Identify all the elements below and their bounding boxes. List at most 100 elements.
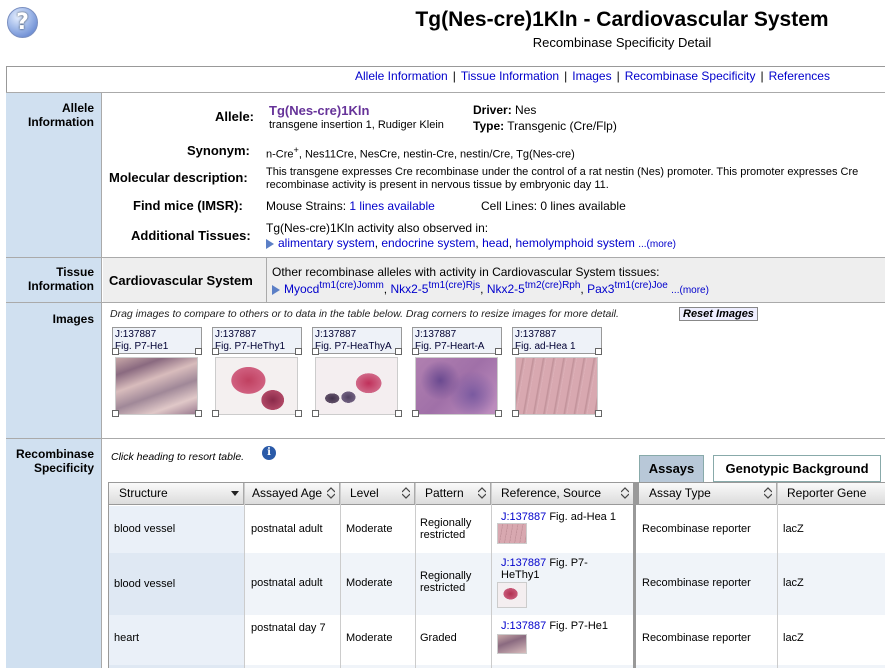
nav-link-recombinase-specificity[interactable]: Recombinase Specificity [625, 69, 756, 83]
help-icon[interactable]: ? [7, 7, 38, 38]
column-header-pattern[interactable]: Pattern [415, 483, 491, 505]
cell-assay-type: Recombinase reporter [642, 632, 751, 644]
resize-handle[interactable] [495, 410, 502, 417]
allele-link[interactable]: Myocdtm1(cre)Jomm [284, 280, 384, 296]
tissue-name: Cardiovascular System [109, 273, 253, 288]
column-header-structure[interactable]: Structure [109, 483, 244, 505]
resize-handle[interactable] [395, 348, 402, 355]
tissue-link[interactable]: endocrine system [381, 236, 475, 250]
column-divider [415, 483, 416, 668]
more-tissues-link[interactable]: ...(more) [638, 239, 676, 250]
nav-separator: | [564, 69, 568, 83]
allele-link[interactable]: Pax3tm1(cre)Joe [587, 280, 668, 296]
tab-genotypic-background[interactable]: Genotypic Background [713, 455, 881, 482]
cell-level: Moderate [346, 632, 393, 644]
tissue-link[interactable]: hemolymphoid system [515, 236, 634, 250]
histology-image[interactable] [215, 357, 298, 415]
cell-reference: J:137887 Fig. P7-He1 [501, 620, 609, 632]
cell-level: Moderate [346, 523, 393, 535]
resize-handle[interactable] [495, 348, 502, 355]
resort-hint: Click heading to resort table. [111, 451, 245, 463]
expand-triangle-icon[interactable] [272, 284, 280, 295]
sort-icon [478, 487, 486, 499]
additional-tissues-intro: Tg(Nes-cre)1Kln activity also observed i… [266, 221, 489, 235]
reset-images-button[interactable]: Reset Images [679, 307, 758, 321]
nav-link-references[interactable]: References [769, 69, 830, 83]
nav-link-allele-information[interactable]: Allele Information [355, 69, 448, 83]
reference-link[interactable]: J:137887 [501, 511, 546, 523]
nav-link-images[interactable]: Images [572, 69, 611, 83]
column-header-reporter-gene[interactable]: Reporter Gene [777, 483, 885, 505]
row-label-images: Images [52, 312, 94, 326]
cell-reporter-gene: lacZ [783, 577, 804, 589]
reference-link[interactable]: J:137887 [501, 620, 546, 632]
resize-handle[interactable] [295, 348, 302, 355]
column-divider [244, 483, 245, 668]
resize-handle[interactable] [412, 410, 419, 417]
column-header-reference-source[interactable]: Reference, Source [491, 483, 634, 505]
histology-image[interactable] [415, 357, 498, 415]
reference-link[interactable]: J:137887 [501, 557, 546, 569]
cell-reference: J:137887 Fig. ad-Hea 1 [501, 511, 616, 523]
additional-tissues-list: alimentary system, endocrine system, hea… [266, 236, 676, 250]
image-thumbnail[interactable]: J:137887 Fig. P7-Heart-A [412, 327, 502, 417]
resize-handle[interactable] [312, 348, 319, 355]
column-header-level[interactable]: Level [340, 483, 415, 505]
cell-structure: heart [109, 615, 244, 665]
divider [6, 438, 885, 439]
expand-triangle-icon[interactable] [266, 238, 274, 249]
type-value: Transgenic (Cre/Flp) [507, 119, 617, 133]
resize-handle[interactable] [595, 348, 602, 355]
nav-link-tissue-information[interactable]: Tissue Information [461, 69, 559, 83]
allele-symbol-link[interactable]: Tg(Nes-cre)1Kln [269, 103, 369, 118]
resize-handle[interactable] [112, 410, 119, 417]
section-nav: Allele Information | Tissue Information | Im… [6, 66, 885, 93]
allele-link[interactable]: Nkx2-5tm1(cre)Rjs [390, 280, 480, 296]
divider [6, 302, 885, 303]
allele-label: Allele: [215, 109, 255, 124]
table-row: blood vessel postnatal adult Moderate Re… [109, 553, 885, 615]
resize-handle[interactable] [212, 348, 219, 355]
resize-handle[interactable] [195, 410, 202, 417]
column-header-assayed-age[interactable]: Assayed Age [244, 483, 340, 505]
cell-assayed-age: postnatal day 7 [251, 622, 326, 634]
resize-handle[interactable] [295, 410, 302, 417]
tissue-link[interactable]: head [482, 236, 509, 250]
mouse-strains-link[interactable]: 1 lines available [349, 199, 434, 213]
resize-handle[interactable] [212, 410, 219, 417]
tab-assays[interactable]: Assays [639, 455, 704, 482]
allele-link[interactable]: Nkx2-5tm2(cre)Rph [487, 280, 581, 296]
reference-thumbnail[interactable] [497, 582, 527, 608]
tissue-link[interactable]: alimentary system [278, 236, 375, 250]
column-divider [340, 483, 341, 668]
image-thumbnail[interactable]: J:137887 Fig. ad-Hea 1 [512, 327, 602, 417]
resize-handle[interactable] [595, 410, 602, 417]
info-icon[interactable]: i [262, 446, 276, 460]
image-thumbnail[interactable]: J:137887 Fig. P7-HeThy1 [212, 327, 302, 417]
resize-handle[interactable] [412, 348, 419, 355]
cell-assay-type: Recombinase reporter [642, 577, 751, 589]
resize-handle[interactable] [395, 410, 402, 417]
resize-handle[interactable] [512, 348, 519, 355]
type-label: Type: [473, 119, 505, 133]
cell-level: Moderate [346, 577, 393, 589]
cell-pattern: Regionally restricted [420, 517, 472, 541]
synonym-value: n-Cre+, Nes11Cre, NesCre, nestin-Cre, ne… [266, 145, 575, 161]
resize-handle[interactable] [112, 348, 119, 355]
resize-handle[interactable] [512, 410, 519, 417]
more-alleles-link[interactable]: ...(more) [671, 285, 709, 296]
reference-thumbnail[interactable] [497, 523, 527, 544]
image-thumbnail[interactable]: J:137887 Fig. P7-He1 [112, 327, 202, 417]
other-alleles-intro: Other recombinase alleles with activity … [272, 265, 660, 279]
cell-assayed-age: postnatal adult [251, 523, 323, 535]
histology-image[interactable] [115, 357, 198, 415]
resize-handle[interactable] [312, 410, 319, 417]
histology-image[interactable] [515, 357, 598, 415]
histology-image[interactable] [315, 357, 398, 415]
image-thumbnail[interactable]: J:137887 Fig. P7-HeaThyA [312, 327, 402, 417]
sort-icon [327, 487, 335, 499]
reference-thumbnail[interactable] [497, 634, 527, 654]
cell-structure: blood vessel [109, 553, 244, 615]
column-header-assay-type[interactable]: Assay Type [636, 483, 777, 505]
resize-handle[interactable] [195, 348, 202, 355]
